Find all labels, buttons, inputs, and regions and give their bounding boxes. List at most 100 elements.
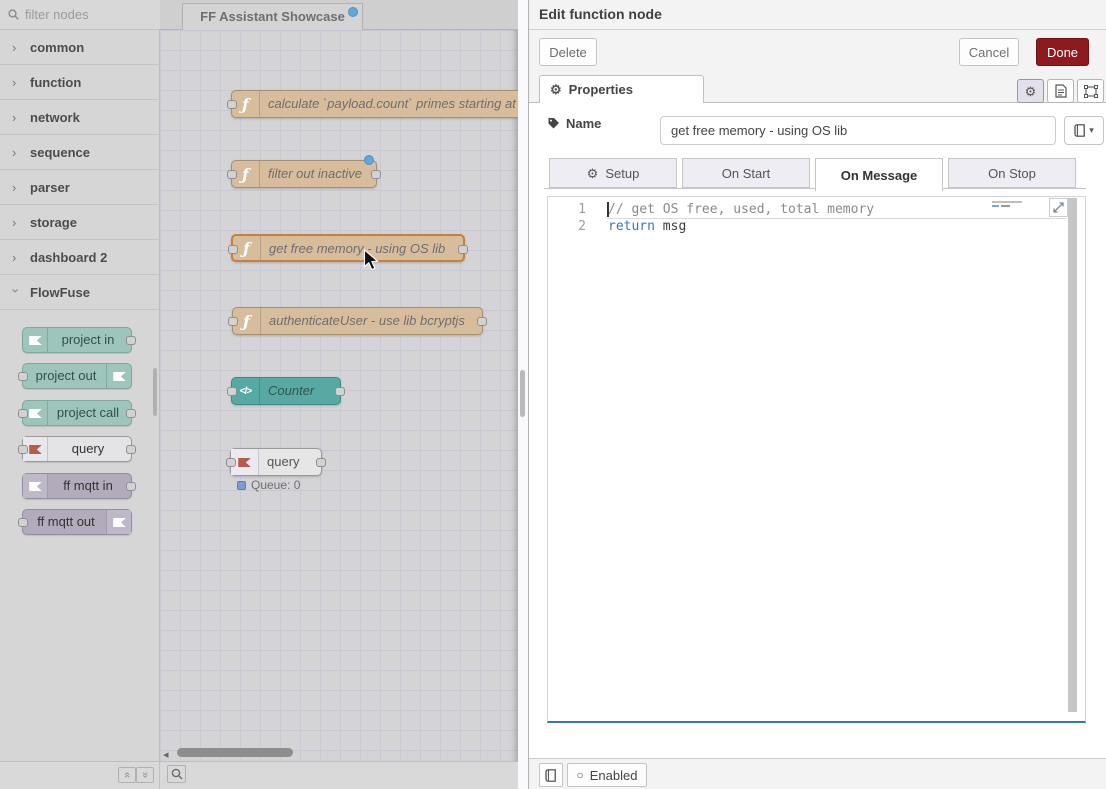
input-port[interactable] [228,317,238,326]
palette-scrollbar[interactable] [153,368,157,416]
tray-toolbar: Delete Cancel Done [529,30,1106,75]
tab-on-message[interactable]: On Message [815,158,943,191]
search-icon [171,768,183,780]
palette-category-sequence[interactable]: ›sequence [0,135,160,170]
chevron-right-icon: › [12,180,20,195]
name-input[interactable] [660,116,1056,145]
function-icon: ƒ [242,95,249,114]
tab-on-stop[interactable]: On Stop [948,158,1076,188]
output-port[interactable] [126,409,136,418]
chevron-right-icon: › [12,110,20,125]
editor-scrollbar[interactable] [1068,198,1077,712]
chevron-right-icon: › [12,40,20,55]
chevron-down-icon: › [9,288,24,296]
output-port[interactable] [316,458,326,467]
done-button[interactable]: Done [1036,38,1089,66]
output-port[interactable] [126,445,136,454]
function-node-calculate-primes[interactable]: ƒ calculate `payload.count` primes start… [231,90,518,118]
tray-title: Edit function node [529,0,1106,30]
search-icon [8,9,19,20]
palette-category-function[interactable]: ›function [0,65,160,100]
palette-category-flowfuse[interactable]: ›FlowFuse [0,275,160,310]
output-port[interactable] [458,245,468,254]
search-flows-button[interactable] [167,765,186,783]
function-icon: ƒ [243,239,250,258]
line-number: 2 [548,219,586,234]
input-port[interactable] [18,409,28,418]
input-port[interactable] [228,245,238,254]
chevron-right-icon: › [12,75,20,90]
palette-node-ff-mqtt-in[interactable]: ff mqtt in [22,473,132,499]
code-icon: </> [240,386,251,397]
vertical-scrollbar[interactable] [520,370,525,417]
canvas-scroll-gutter [518,0,528,789]
enabled-circle-icon: ○ [577,768,584,782]
library-footer-button[interactable] [539,763,563,787]
palette-node-query[interactable]: query [22,436,132,462]
function-node-get-free-memory[interactable]: ƒ get free memory - using OS lib [231,234,465,262]
input-port[interactable] [226,458,236,467]
tab-on-start[interactable]: On Start [682,158,810,188]
flow-tab[interactable]: FF Assistant Showcase [182,3,363,30]
function-node-authenticate-user[interactable]: ƒ authenticateUser - use lib bcryptjs [232,307,483,335]
status-dot [237,481,246,490]
tab-properties[interactable]: ⚙ Properties [539,75,704,103]
gear-icon: ⚙ [550,83,562,96]
chevron-right-icon: › [12,250,20,265]
function-node-filter-out-inactive[interactable]: ƒ filter out inactive [231,160,377,188]
description-button[interactable] [1047,79,1074,103]
workspace-canvas[interactable]: ƒ calculate `payload.count` primes start… [160,30,518,761]
function-tabs: ⚙ Setup On Start On Message On Stop [529,158,1106,190]
input-port[interactable] [18,445,28,454]
appearance-button[interactable] [1077,79,1104,103]
output-port[interactable] [126,482,136,491]
palette-category-common[interactable]: ›common [0,30,160,65]
code-line-1: // get OS free, used, total memory [608,202,874,217]
tab-setup[interactable]: ⚙ Setup [549,158,677,188]
document-icon [1055,84,1067,98]
unsaved-changes-dot [348,7,358,17]
palette-category-parser[interactable]: ›parser [0,170,160,205]
input-port[interactable] [18,372,28,381]
delete-button[interactable]: Delete [539,38,597,66]
palette-filter-input[interactable] [25,7,143,22]
output-port[interactable] [126,336,136,345]
hscroll-left-arrow[interactable]: ◂ [163,748,169,761]
expand-all-icon: » [139,772,151,778]
expand-all-button[interactable]: » [136,767,154,783]
library-button[interactable]: ▾ [1064,116,1104,145]
chevron-right-icon: › [12,215,20,230]
tray-tabrow: ⚙ Properties ⚙ [529,75,1106,103]
palette-node-project-call[interactable]: project call [22,400,132,426]
palette-search [0,0,160,30]
gear-icon: ⚙ [1025,85,1037,98]
palette-category-network[interactable]: ›network [0,100,160,135]
palette-node-ff-mqtt-out[interactable]: ff mqtt out [22,509,132,535]
palette-node-project-in[interactable]: project in [22,327,132,353]
input-port[interactable] [18,518,28,527]
enabled-toggle-button[interactable]: ○ Enabled [567,763,647,787]
expand-icon [1053,202,1064,213]
input-port[interactable] [227,100,237,109]
input-port[interactable] [227,170,237,179]
chevron-right-icon: › [12,145,20,160]
output-port[interactable] [371,170,381,179]
output-port[interactable] [335,387,345,396]
counter-node[interactable]: </> Counter [231,377,341,405]
properties-view-button[interactable]: ⚙ [1017,79,1044,103]
name-label: Name [566,116,601,131]
collapse-all-icon: « [121,772,133,778]
workspace-footer: « » [0,761,518,789]
palette-category-dashboard2[interactable]: ›dashboard 2 [0,240,160,275]
horizontal-scrollbar[interactable] [177,748,293,757]
cancel-button[interactable]: Cancel [959,38,1019,66]
code-editor[interactable]: 1 2 // get OS free, used, total memory r… [547,196,1086,723]
output-port[interactable] [477,317,487,326]
palette-category-storage[interactable]: ›storage [0,205,160,240]
palette-node-project-out[interactable]: project out [22,363,132,389]
query-node[interactable]: query [230,448,322,476]
collapse-all-button[interactable]: « [118,767,136,783]
name-row: Name ▾ [547,116,607,131]
expand-editor-button[interactable] [1049,198,1068,217]
input-port[interactable] [227,387,237,396]
